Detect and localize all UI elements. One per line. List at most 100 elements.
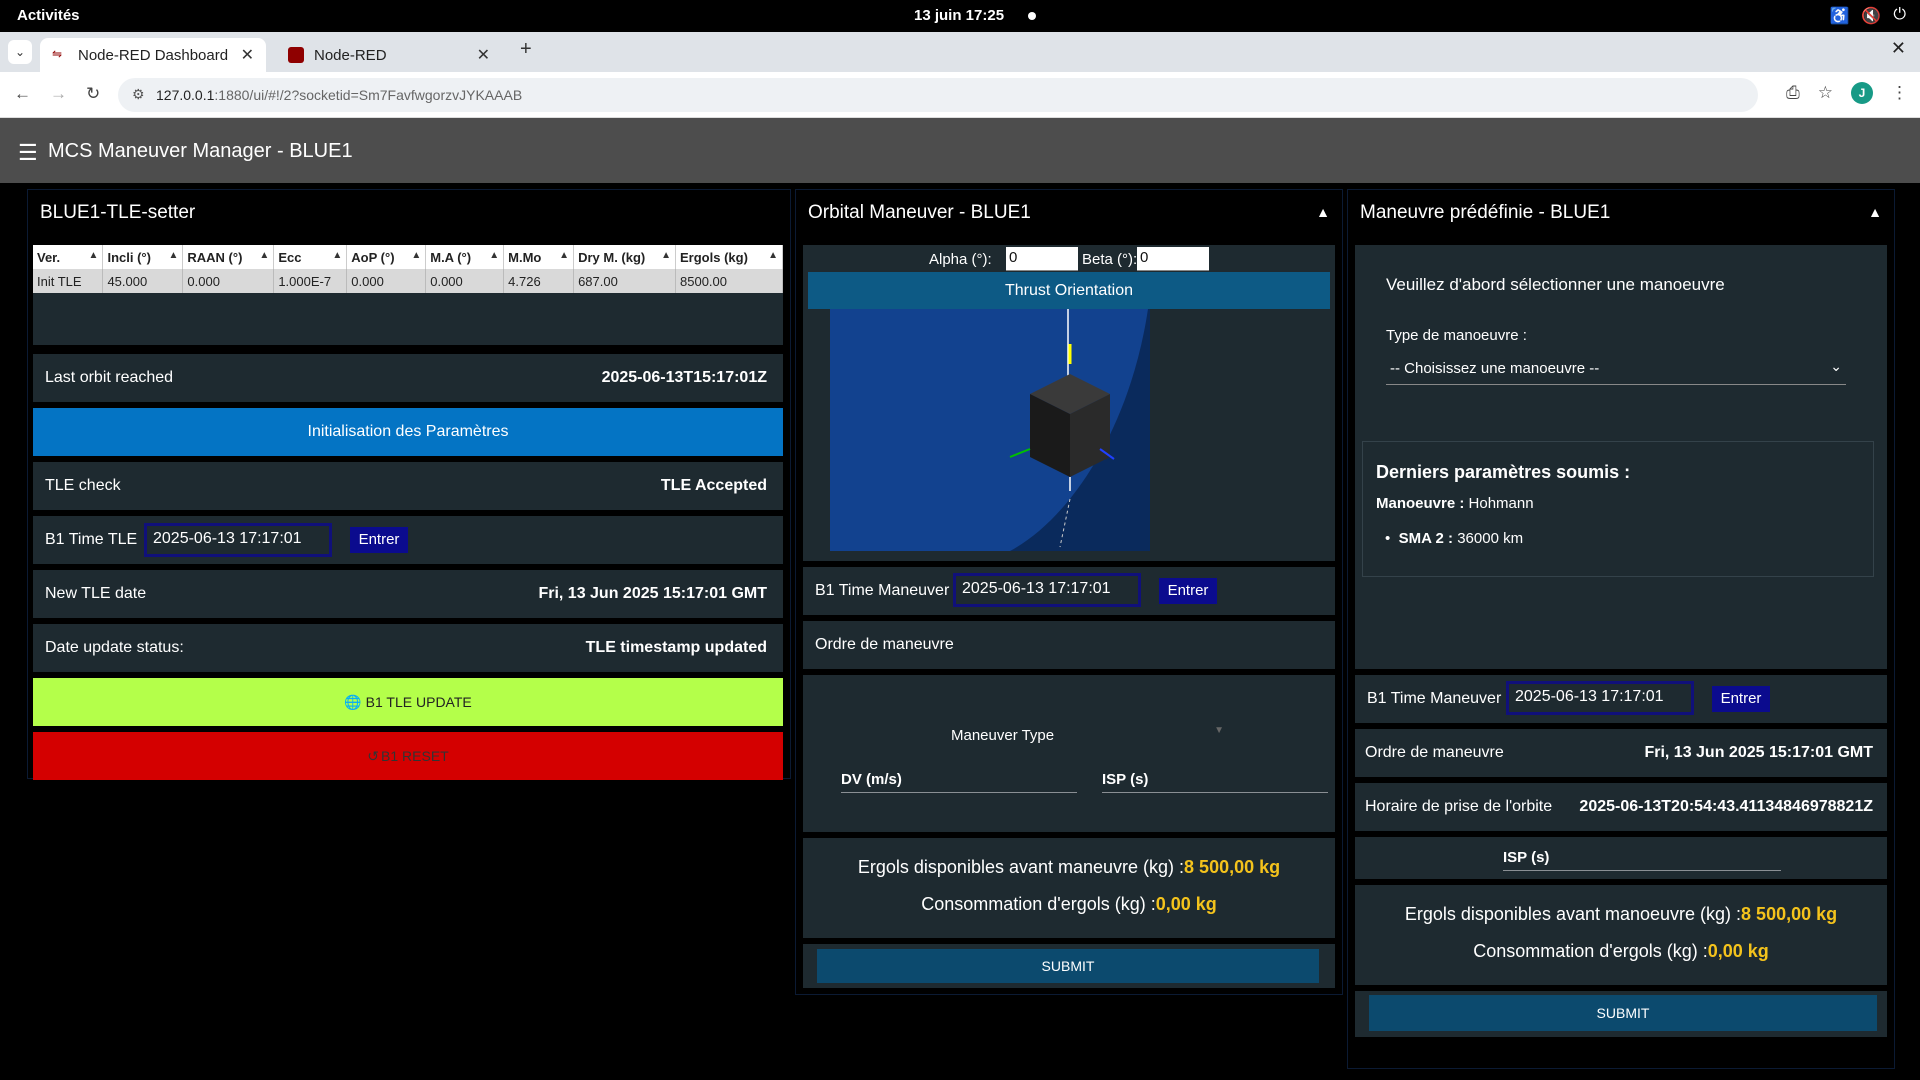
time-maneuver-input[interactable]: 2025-06-13 17:17:01	[1506, 681, 1694, 715]
column-header[interactable]: M.Mo ▲	[503, 245, 575, 269]
order-row: Ordre de maneuvre	[803, 621, 1335, 669]
last-params-box: Derniers paramètres soumis : Manoeuvre :…	[1362, 441, 1874, 577]
system-clock[interactable]: 13 juin 17:25	[914, 7, 1004, 24]
isp-field[interactable]: ISP (s)	[1102, 771, 1328, 793]
last-orbit-label: Last orbit reached	[45, 369, 174, 386]
column-header[interactable]: Incli (°) ▲	[102, 245, 184, 269]
dv-field[interactable]: DV (m/s)	[841, 771, 1077, 793]
order-label: Ordre de maneuvre	[1365, 744, 1504, 761]
conso-line: Consommation d'ergols (kg) :0,00 kg	[1355, 941, 1887, 962]
isp-label: ISP (s)	[1102, 771, 1149, 788]
maneuver-select[interactable]: -- Choisissez une manoeuvre -- ⌄	[1386, 351, 1846, 385]
site-info-icon[interactable]: ⚙	[132, 86, 145, 103]
collapse-caret-icon[interactable]: ▲	[1868, 204, 1882, 220]
conso-label: Consommation d'ergols (kg) :	[921, 894, 1156, 914]
reset-label: B1 RESET	[381, 748, 449, 764]
table-cell: 8500.00	[675, 269, 783, 293]
beta-input[interactable]: 0	[1137, 247, 1209, 271]
maneuver-type-label: Type de manoeuvre :	[1386, 327, 1527, 344]
column-header[interactable]: Ergols (kg) ▲	[675, 245, 783, 269]
isp-field[interactable]: ISP (s)	[1503, 849, 1781, 871]
new-tab-icon[interactable]: +	[520, 38, 532, 61]
hamburger-menu-icon[interactable]: ☰	[18, 140, 38, 166]
group-orbital-maneuver: Orbital Maneuver - BLUE1 ▲ Alpha (°): 0 …	[795, 189, 1343, 995]
menu-kebab-icon[interactable]: ⋮	[1891, 83, 1908, 103]
sma-key: SMA 2 :	[1398, 530, 1454, 547]
conso-value: 0,00 kg	[1155, 894, 1217, 914]
reload-icon[interactable]: ↻	[86, 84, 100, 104]
power-icon[interactable]: ⏻	[1893, 6, 1906, 26]
order-value: Fri, 13 Jun 2025 15:17:01 GMT	[1644, 744, 1873, 761]
tab-node-red-dashboard[interactable]: ⇋ Node-RED Dashboard ✕	[40, 38, 266, 72]
collapse-caret-icon[interactable]: ▲	[1316, 204, 1330, 220]
submit-card: SUBMIT	[803, 944, 1335, 988]
chevron-down-icon: ⌄	[1830, 358, 1842, 374]
submit-button[interactable]: SUBMIT	[817, 949, 1319, 983]
volume-muted-icon[interactable]: 🔇	[1861, 6, 1881, 26]
globe-icon: 🌐	[344, 693, 362, 710]
conso-label: Consommation d'ergols (kg) :	[1473, 941, 1708, 961]
url-host: 127.0.0.1	[156, 87, 215, 103]
bookmark-star-icon[interactable]: ☆	[1818, 83, 1833, 103]
profile-avatar[interactable]: J	[1851, 82, 1873, 104]
undo-icon: ↺	[367, 747, 380, 764]
system-tray[interactable]: ♿ 🔇 ⏻	[1830, 6, 1907, 26]
enter-button[interactable]: Entrer	[350, 527, 408, 553]
tle-update-label: B1 TLE UPDATE	[365, 694, 472, 710]
browser-nav-bar: ← → ↻ ⚙ 127.0.0.1:1880/ui/#!/2?socketid=…	[0, 72, 1920, 118]
column-header[interactable]: Ver. ▲	[33, 245, 104, 269]
last-maneuver-line: Manoeuvre : Hohmann	[1376, 495, 1534, 512]
sma-line: • SMA 2 : 36000 km	[1385, 530, 1524, 547]
time-tle-label: B1 Time TLE	[45, 531, 138, 548]
satellite-3d-view[interactable]	[830, 309, 1150, 551]
predefined-form: Veuillez d'abord sélectionner une manoeu…	[1355, 245, 1887, 669]
tab-search-dropdown[interactable]: ⌄	[8, 40, 32, 64]
column-header[interactable]: RAAN (°) ▲	[182, 245, 275, 269]
enter-button[interactable]: Entrer	[1712, 686, 1770, 712]
group-tle-setter: BLUE1-TLE-setter Ver. ▲ Incli (°) ▲ RAAN (…	[27, 189, 791, 780]
submit-button[interactable]: SUBMIT	[1369, 995, 1877, 1031]
submit-card: SUBMIT	[1355, 991, 1887, 1037]
maneuver-type-select[interactable]: ▼	[1068, 723, 1228, 745]
time-tle-input[interactable]: 2025-06-13 17:17:01	[144, 523, 332, 557]
sort-up-icon: ▲	[661, 249, 672, 261]
install-app-icon[interactable]: ⎙	[1786, 83, 1800, 103]
alpha-input[interactable]: 0	[1006, 247, 1078, 271]
close-tab-icon[interactable]: ✕	[241, 45, 254, 65]
window-close-icon[interactable]: ✕	[1891, 38, 1906, 59]
address-bar[interactable]: ⚙ 127.0.0.1:1880/ui/#!/2?socketid=Sm7Fav…	[118, 78, 1758, 112]
table-row[interactable]: Init TLE 45.000 0.000 1.000E-7 0.000 0.0…	[33, 269, 783, 293]
table-cell: 45.000	[102, 269, 184, 293]
enter-button[interactable]: Entrer	[1159, 578, 1217, 604]
column-header[interactable]: Ecc ▲	[273, 245, 348, 269]
group-title: Orbital Maneuver - BLUE1	[808, 202, 1031, 223]
column-label: Incli (°)	[107, 249, 151, 265]
column-header[interactable]: Dry M. (kg) ▲	[573, 245, 677, 269]
ergols-summary: Ergols disponibles avant maneuvre (kg) :…	[803, 838, 1335, 938]
tle-check-label: TLE check	[45, 477, 121, 494]
maneuver-select-value: -- Choisissez une manoeuvre --	[1390, 360, 1600, 377]
maneuver-value: Hohmann	[1468, 495, 1534, 512]
init-params-button[interactable]: Initialisation des Paramètres	[33, 408, 783, 456]
column-label: AoP (°)	[351, 249, 395, 265]
sma-value: 36000 km	[1457, 530, 1524, 547]
reset-button[interactable]: ↺ B1 RESET	[33, 732, 783, 780]
close-tab-icon[interactable]: ✕	[477, 45, 490, 65]
new-tle-date-label: New TLE date	[45, 585, 147, 602]
tab-node-red[interactable]: Node-RED ✕	[276, 38, 502, 72]
ergols-available-value: 8 500,00 kg	[1741, 904, 1838, 924]
time-maneuver-input[interactable]: 2025-06-13 17:17:01	[953, 573, 1141, 607]
back-arrow-icon[interactable]: ←	[14, 84, 31, 104]
tle-update-button[interactable]: 🌐 B1 TLE UPDATE	[33, 678, 783, 726]
accessibility-icon[interactable]: ♿	[1830, 6, 1850, 26]
column-header[interactable]: AoP (°) ▲	[346, 245, 427, 269]
group-title: BLUE1-TLE-setter	[40, 202, 196, 223]
last-orbit-row: Last orbit reached 2025-06-13T15:17:01Z	[33, 354, 783, 402]
forward-arrow-icon[interactable]: →	[50, 84, 67, 104]
node-red-favicon-icon	[288, 47, 304, 63]
maneuver-form: Maneuver Type ▼ DV (m/s) ISP (s)	[803, 675, 1335, 832]
dashboard-header: ☰ MCS Maneuver Manager - BLUE1	[0, 118, 1920, 183]
activities-button[interactable]: Activités	[17, 7, 80, 24]
date-status-label: Date update status:	[45, 639, 184, 656]
column-header[interactable]: M.A (°) ▲	[425, 245, 505, 269]
